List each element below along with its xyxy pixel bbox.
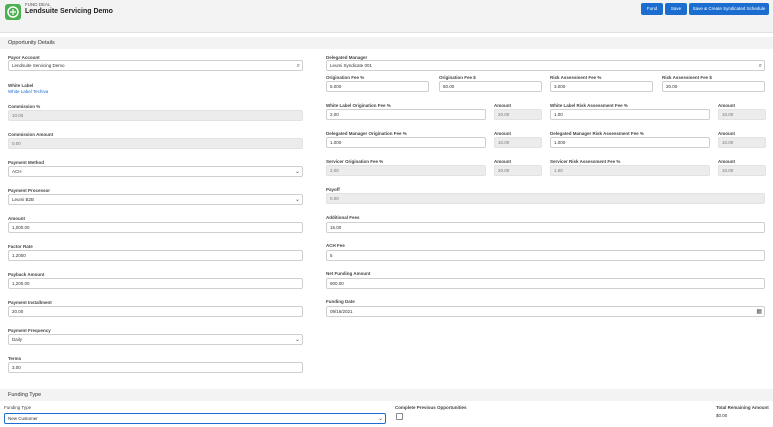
chevron-down-icon: ⌄ (294, 197, 300, 203)
fund-button[interactable]: Fund (641, 3, 663, 15)
commission-amount-field: 0.00 (8, 138, 303, 149)
wl-risk-fee-input[interactable]: 1.00 (550, 109, 710, 120)
commission-pct-field: 10.00 (8, 110, 303, 121)
commission-amount-label: Commission Amount (8, 132, 54, 137)
wl-orig-fee-input[interactable]: 2.00 (326, 109, 486, 120)
wl-risk-amount-field: 10.00 (718, 109, 766, 120)
dm-orig-amount-field: 10.00 (494, 137, 542, 148)
payback-amount-input[interactable]: 1,200.00 (8, 278, 303, 289)
origination-fee-amt-label: Origination Fee $ (439, 75, 476, 80)
risk-fee-pct-input[interactable]: 3.000 (550, 81, 653, 92)
chevron-down-icon: ⌄ (294, 337, 300, 343)
complete-prev-opps-label: Complete Previous Opportunities (395, 405, 467, 410)
risk-fee-amt-label: Risk Assessment Fee $ (662, 75, 712, 80)
payor-account-lookup[interactable]: Lendsuite Servicing Demo ⌕ (8, 60, 303, 71)
origination-fee-pct-input[interactable]: 5.000 (326, 81, 429, 92)
app-logo-icon (5, 4, 21, 20)
complete-prev-opps-checkbox[interactable] (396, 413, 403, 420)
terms-label: Terms (8, 356, 22, 361)
funding-type-select[interactable]: New Customer ⌄ (4, 413, 386, 424)
dm-orig-fee-label: Delegated Manager Origination Fee % (326, 131, 407, 136)
page-title: Lendsuite Servicing Demo (25, 8, 113, 15)
payment-processor-select[interactable]: Leumi B2B ⌄ (8, 194, 303, 205)
payment-frequency-select[interactable]: Daily ⌄ (8, 334, 303, 345)
funding-date-label: Funding Date (326, 299, 355, 304)
amount-label: Amount (8, 216, 25, 221)
payment-installment-input[interactable]: 20.00 (8, 306, 303, 317)
servicer-risk-amount-label: Amount (718, 159, 735, 164)
white-label-link[interactable]: White Label Techiva (8, 89, 48, 94)
wl-risk-amount-label: Amount (718, 103, 735, 108)
wl-orig-fee-label: White Label Origination Fee % (326, 103, 391, 108)
funding-type-label: Funding Type (4, 405, 32, 410)
calendar-icon[interactable]: ▦ (756, 308, 762, 316)
fund-deal-page: FUND DEAL Lendsuite Servicing Demo Fund … (0, 0, 773, 427)
dm-risk-amount-field: 10.00 (718, 137, 766, 148)
delegated-manager-lookup[interactable]: Leumi Syndicate 001 ⌕ (326, 60, 765, 71)
funding-type-value: New Customer (8, 416, 38, 421)
dm-orig-fee-input[interactable]: 1.000 (326, 137, 486, 148)
additional-fees-input[interactable]: 15.00 (326, 222, 765, 233)
commission-pct-label: Commission % (8, 104, 41, 109)
payoff-field: 0.00 (326, 193, 765, 204)
save-create-schedule-button[interactable]: Save & Create Syndicated Schedule (689, 3, 769, 15)
wl-risk-fee-label: White Label Risk Assessment Fee % (550, 103, 628, 108)
dm-risk-fee-label: Delegated Manager Risk Assessment Fee % (550, 131, 644, 136)
payment-frequency-label: Payment Frequency (8, 328, 51, 333)
delegated-manager-value: Leumi Syndicate 001 (330, 63, 373, 68)
servicer-risk-amount-field: 10.00 (718, 165, 766, 176)
payment-installment-label: Payment Installment (8, 300, 52, 305)
page-header: FUND DEAL Lendsuite Servicing Demo Fund … (0, 0, 773, 33)
wl-orig-amount-label: Amount (494, 103, 511, 108)
payoff-label: Payoff (326, 187, 340, 192)
total-remaining-value: $0.00 (716, 413, 728, 418)
search-icon[interactable]: ⌕ (759, 62, 762, 70)
section-funding-type[interactable]: Funding Type (0, 389, 773, 401)
object-type: FUND DEAL (25, 2, 51, 7)
origination-fee-pct-label: Origination Fee % (326, 75, 365, 80)
payment-method-select[interactable]: ACH ⌄ (8, 166, 303, 177)
search-icon[interactable]: ⌕ (297, 62, 300, 70)
origination-fee-amt-input[interactable]: 50.00 (439, 81, 542, 92)
section-opportunity-details[interactable]: Opportunity Details (0, 37, 773, 49)
terms-input[interactable]: 3.00 (8, 362, 303, 373)
risk-fee-pct-label: Risk Assessment Fee % (550, 75, 602, 80)
funding-date-input[interactable]: 09/16/2021 ▦ (326, 306, 765, 317)
factor-rate-input[interactable]: 1.2000 (8, 250, 303, 261)
payment-processor-label: Payment Processor (8, 188, 51, 193)
servicer-risk-fee-label: Servicer Risk Assessment Fee % (550, 159, 621, 164)
payment-method-label: Payment Method (8, 160, 45, 165)
funding-date-value: 09/16/2021 (330, 309, 353, 314)
net-funding-amount-label: Net Funding Amount (326, 271, 371, 276)
dm-risk-amount-label: Amount (718, 131, 735, 136)
wl-orig-amount-field: 20.00 (494, 109, 542, 120)
servicer-orig-fee-label: Servicer Origination Fee % (326, 159, 384, 164)
chevron-down-icon: ⌄ (377, 416, 383, 422)
dm-risk-fee-input[interactable]: 1.000 (550, 137, 710, 148)
dm-orig-amount-label: Amount (494, 131, 511, 136)
payment-frequency-value: Daily (12, 337, 23, 342)
amount-input[interactable]: 1,000.00 (8, 222, 303, 233)
net-funding-amount-input[interactable]: 900.00 (326, 278, 765, 289)
payor-account-value: Lendsuite Servicing Demo (12, 63, 65, 68)
additional-fees-label: Additional Fees (326, 215, 360, 220)
payment-processor-value: Leumi B2B (12, 197, 35, 202)
total-remaining-label: Total Remaining Amount (716, 405, 769, 410)
save-button[interactable]: Save (665, 3, 687, 15)
factor-rate-label: Factor Rate (8, 244, 33, 249)
risk-fee-amt-input[interactable]: 30.00 (662, 81, 765, 92)
servicer-orig-fee-field: 2.00 (326, 165, 486, 176)
servicer-risk-fee-field: 1.00 (550, 165, 710, 176)
payback-amount-label: Payback Amount (8, 272, 45, 277)
chevron-down-icon: ⌄ (294, 169, 300, 175)
servicer-orig-amount-field: 20.00 (494, 165, 542, 176)
white-label-label: White Label (8, 83, 34, 88)
ach-fee-input[interactable]: 5 (326, 250, 765, 261)
servicer-orig-amount-label: Amount (494, 159, 511, 164)
ach-fee-label: ACH Fee (326, 243, 345, 248)
payment-method-value: ACH (12, 169, 22, 174)
